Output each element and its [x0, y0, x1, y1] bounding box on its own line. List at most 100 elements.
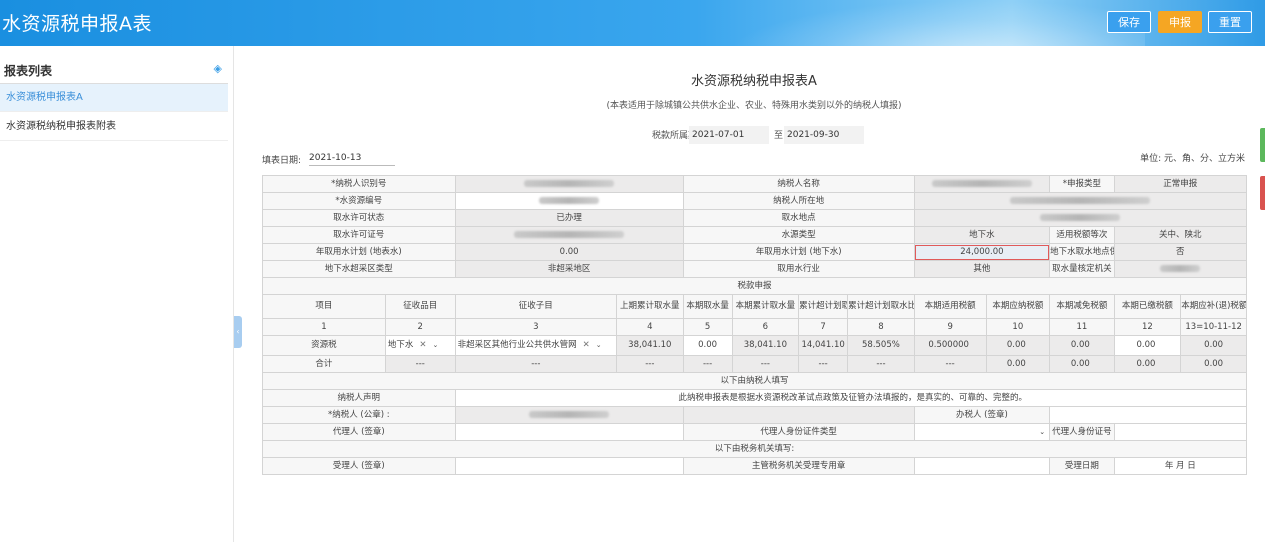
- industry-label: 取用水行业: [682, 260, 915, 278]
- total-dash: ---: [731, 355, 800, 373]
- annual-ground-value[interactable]: 24,000.00: [913, 243, 1051, 261]
- source-type-label: 水源类型: [682, 226, 915, 244]
- annual-surface-value: 0.00: [454, 243, 684, 261]
- col-header: 本期应纳税额: [985, 294, 1051, 319]
- col-header: 本期适用税额: [913, 294, 987, 319]
- due-value: 0.00: [1180, 335, 1247, 356]
- fill-date-label: 填表日期:: [262, 156, 302, 166]
- sidebar-item-report-a[interactable]: 水资源税申报表A: [0, 84, 228, 112]
- agent-id-no-label: 代理人身份证号: [1049, 423, 1115, 441]
- header-decoration: [725, 0, 1145, 46]
- permit-no-value: [454, 226, 684, 244]
- industry-value: 其他: [913, 260, 1051, 278]
- col-header: 征收子目: [454, 294, 618, 319]
- declaration-table: *纳税人识别号 纳税人名称 *申报类型 正常申报 *水资源编号 纳税人所在地 取…: [262, 175, 1248, 475]
- row-item: 资源税: [262, 335, 386, 356]
- layers-icon[interactable]: ◈: [214, 62, 222, 75]
- col-index: 12: [1113, 318, 1182, 336]
- intake-location-label: 取水地点: [682, 209, 915, 227]
- col-index: 5: [682, 318, 733, 336]
- reset-button[interactable]: 重置: [1208, 11, 1252, 33]
- col-header: 累计超计划取水比例: [847, 294, 915, 319]
- tax-level-value: 关中、陕北: [1113, 226, 1248, 244]
- total-dash: ---: [682, 355, 733, 373]
- col-header: 本期应补(退)税额: [1180, 294, 1247, 319]
- declaration-text: 此纳税申报表是根据水资源税改革试点政策及征管办法填报的，是真实的、可靠的、完整的…: [454, 389, 1248, 407]
- taxpayer-id-value: [454, 175, 684, 193]
- annual-ground-label: 年取用水计划 (地下水): [682, 243, 915, 261]
- clear-icon[interactable]: ✕: [419, 341, 426, 350]
- over-ratio-value: 58.505%: [847, 335, 915, 356]
- rate-value: 0.500000: [913, 335, 987, 356]
- side-tab-green[interactable]: [1260, 128, 1265, 162]
- authority-value: [1113, 260, 1248, 278]
- category-select-value: 地下水: [387, 340, 414, 351]
- col-header: 本期累计取水量: [731, 294, 800, 319]
- period-from-field[interactable]: 2021-07-01: [689, 126, 769, 144]
- taxpayer-name-label: 纳税人名称: [682, 175, 915, 193]
- category-select[interactable]: 地下水 ✕ ⌄: [384, 335, 456, 356]
- annual-surface-label: 年取用水计划 (地表水): [262, 243, 456, 261]
- app-header: 水资源税申报A表 保存 申报 重置: [0, 0, 1265, 46]
- authority-label: 取水量核定机关: [1049, 260, 1115, 278]
- agent-id-no-input[interactable]: [1113, 423, 1248, 441]
- taxpayer-section-title: 以下由纳税人填写: [262, 372, 1247, 390]
- total-dash: ---: [798, 355, 849, 373]
- pipe-coverage-label: 地下水取水地点供水管网是否已覆盖: [1049, 243, 1115, 261]
- app-title: 水资源税申报A表: [2, 13, 152, 35]
- overexploit-label: 地下水超采区类型: [262, 260, 456, 278]
- receiver-input[interactable]: [454, 457, 684, 475]
- col-index: 13=10-11-12: [1180, 318, 1247, 336]
- chevron-down-icon[interactable]: ⌄: [1039, 428, 1045, 436]
- col-index: 10: [985, 318, 1051, 336]
- report-title: 水资源税纳税申报表A: [691, 74, 817, 89]
- authority-section-title: 以下由税务机关填写:: [262, 440, 1247, 458]
- source-type-value: 地下水: [913, 226, 1051, 244]
- total-dash: ---: [847, 355, 915, 373]
- chevron-down-icon[interactable]: ⌄: [433, 341, 439, 349]
- col-header: 上期累计取水量: [616, 294, 684, 319]
- taxpayer-seal-value: [454, 406, 684, 424]
- water-code-value[interactable]: [454, 192, 684, 210]
- prev-cum-value: 38,041.10: [616, 335, 684, 356]
- sidebar-title: 报表列表: [4, 64, 53, 78]
- handler-label: 办税人 (签章): [913, 406, 1051, 424]
- col-index: 11: [1049, 318, 1115, 336]
- agent-id-type-select[interactable]: ⌄: [913, 423, 1051, 441]
- col-header: 项目: [262, 294, 386, 319]
- current-intake-input[interactable]: 0.00: [682, 335, 733, 356]
- period-to-field[interactable]: 2021-09-30: [784, 126, 864, 144]
- clear-icon[interactable]: ✕: [583, 341, 590, 350]
- total-relief: 0.00: [1049, 355, 1115, 373]
- permit-no-label: 取水许可证号: [262, 226, 456, 244]
- subcategory-select[interactable]: 非超采区其他行业公共供水管网 ✕ ⌄: [454, 335, 618, 356]
- paid-input[interactable]: 0.00: [1113, 335, 1182, 356]
- decl-type-value: 正常申报: [1113, 175, 1248, 193]
- permit-status-value: 已办理: [454, 209, 684, 227]
- water-code-label: *水资源编号: [262, 192, 456, 210]
- side-tab-red[interactable]: [1260, 176, 1265, 210]
- sidebar-item-report-attachment[interactable]: 水资源税纳税申报表附表: [0, 113, 228, 141]
- agent-input[interactable]: [454, 423, 684, 441]
- chevron-down-icon[interactable]: ⌄: [596, 341, 602, 349]
- save-button[interactable]: 保存: [1107, 11, 1151, 33]
- handler-input[interactable]: [1049, 406, 1247, 424]
- total-dash: ---: [616, 355, 684, 373]
- decl-type-label: *申报类型: [1049, 175, 1115, 193]
- col-index: 7: [798, 318, 849, 336]
- col-header: 本期已缴税额: [1113, 294, 1182, 319]
- total-payable: 0.00: [985, 355, 1051, 373]
- total-label: 合计: [262, 355, 386, 373]
- taxpayer-id-label: *纳税人识别号: [262, 175, 456, 193]
- fill-date-field[interactable]: 2021-10-13: [309, 150, 395, 166]
- relief-value: 0.00: [1049, 335, 1115, 356]
- cum-value: 38,041.10: [731, 335, 800, 356]
- collapse-sidebar-handle[interactable]: ‹: [234, 316, 242, 348]
- agent-label: 代理人 (签章): [262, 423, 456, 441]
- col-index: 6: [731, 318, 800, 336]
- col-header: 本期取水量: [682, 294, 733, 319]
- submit-button[interactable]: 申报: [1158, 11, 1202, 33]
- taxpayer-seal-label: *纳税人 (公章) :: [262, 406, 456, 424]
- permit-status-label: 取水许可状态: [262, 209, 456, 227]
- intake-location-value: [913, 209, 1248, 227]
